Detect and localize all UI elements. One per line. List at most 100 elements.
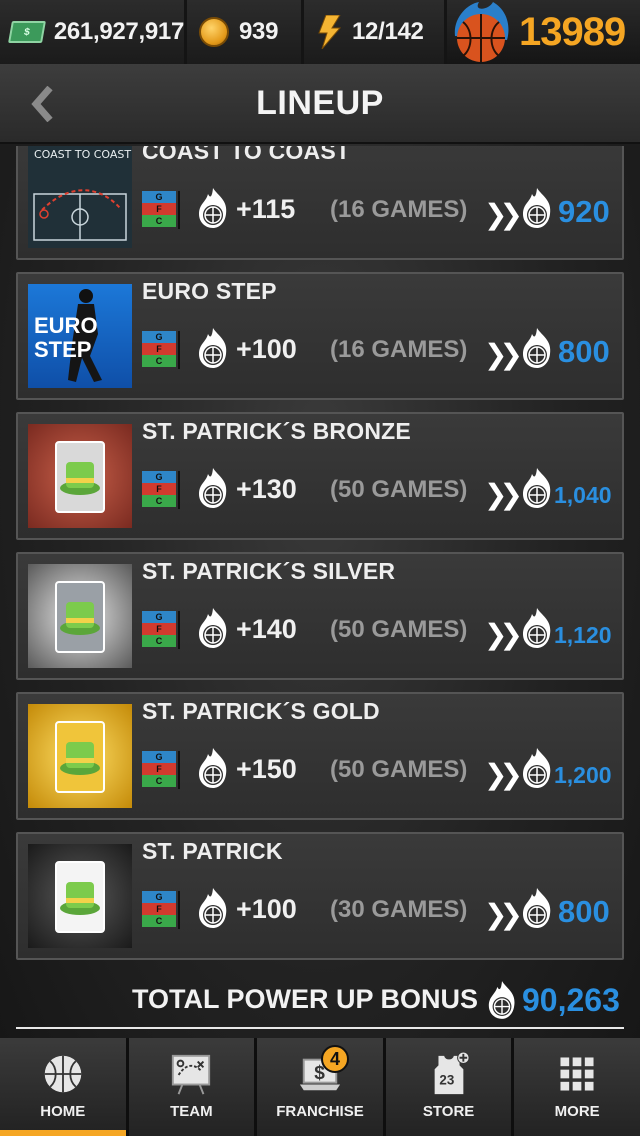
power-flame-icon [199,888,227,928]
games-count: (50 GAMES) [330,476,468,503]
divider [16,1027,624,1029]
position-badge: GFC [142,891,180,929]
power-up-card[interactable]: ST. PATRICK´S BRONZE GFC +130 (50 GAMES)… [16,412,624,540]
nav-label: FRANCHISE [276,1103,364,1120]
grid-icon [554,1051,600,1097]
games-count: (50 GAMES) [330,616,468,643]
app-root: $ 261,927,917 939 12/142 13989 LINEUP CO… [0,0,640,1136]
double-chevron-right-icon: ❯❯ [484,619,523,650]
total-boost-value: 800 [558,334,610,369]
power-up-thumbnail: EURO STEP [28,284,132,388]
double-chevron-right-icon: ❯❯ [484,759,523,790]
power-up-card[interactable]: ST. PATRICK GFC +100 (30 GAMES) ❯❯ 800 [16,832,624,960]
power-flame-icon [523,608,551,648]
team-rating-display[interactable]: 13989 [447,0,640,64]
total-boost-value: 1,120 [554,622,612,648]
jersey-icon: 23 [426,1051,472,1097]
flaming-basketball-icon [449,0,513,64]
energy-display[interactable]: 12/142 [304,0,444,64]
power-flame-icon [199,748,227,788]
position-badge: GFC [142,191,180,229]
playbook-icon [168,1051,214,1097]
games-count: (30 GAMES) [330,896,468,923]
nav-team[interactable]: TEAM [128,1038,255,1136]
power-up-card[interactable]: EURO STEP EURO STEP GFC +100 (16 GAMES) … [16,272,624,400]
currency-bar: $ 261,927,917 939 12/142 13989 [0,0,640,64]
nav-label: MORE [554,1103,600,1120]
bottom-nav: HOME TEAM $ 4 FRANCHISE 23 STORE MORE [0,1038,640,1136]
nav-more[interactable]: MORE [514,1038,640,1136]
basketball-icon [40,1051,86,1097]
power-up-thumbnail: COAST TO COAST [28,146,132,248]
back-button[interactable] [22,82,62,126]
coin-icon [199,17,229,47]
thumbnail-caption: EURO STEP [34,313,98,362]
position-badge: GFC [142,751,180,789]
total-bonus-row: TOTAL POWER UP BONUS 90,263 [0,980,640,1028]
power-flame-icon [523,748,551,788]
games-count: (50 GAMES) [330,756,468,783]
games-count: (16 GAMES) [330,196,468,223]
total-bonus-label: TOTAL POWER UP BONUS [131,984,478,1014]
nav-label: TEAM [170,1103,213,1120]
power-up-name: ST. PATRICK´S BRONZE [142,418,411,444]
power-flame-icon [199,468,227,508]
per-game-boost: +100 [236,334,297,364]
power-flame-icon [523,468,551,508]
cash-value: 261,927,917 [53,18,184,45]
total-boost-value: 800 [558,894,610,929]
power-up-thumbnail [28,564,132,668]
total-boost-value: 920 [558,194,610,229]
power-up-card[interactable]: ST. PATRICK´S GOLD GFC +150 (50 GAMES) ❯… [16,692,624,820]
power-up-thumbnail [28,704,132,808]
power-flame-icon [523,888,551,928]
position-badge: GFC [142,471,180,509]
power-up-name: EURO STEP [142,278,277,304]
power-flame-icon [199,328,227,368]
laptop-dollar-icon: $ 4 [297,1045,349,1097]
nav-store[interactable]: 23 STORE [385,1038,512,1136]
nav-label: STORE [422,1103,475,1120]
nav-home[interactable]: HOME [0,1038,126,1136]
double-chevron-right-icon: ❯❯ [484,199,523,230]
power-up-name: ST. PATRICK [142,838,283,864]
coins-value: 939 [239,18,279,45]
coins-display[interactable]: 939 [187,0,301,64]
power-up-name: ST. PATRICK´S GOLD [142,698,380,724]
power-up-name: ST. PATRICK´S SILVER [142,558,396,584]
power-up-card[interactable]: ST. PATRICK´S SILVER GFC +140 (50 GAMES)… [16,552,624,680]
power-up-thumbnail [28,844,132,948]
per-game-boost: +150 [236,754,297,784]
total-bonus-value: 90,263 [522,982,620,1018]
power-up-card[interactable]: COAST TO COAST COAST TO COAST GFC +115 (… [16,146,624,260]
power-up-list[interactable]: COAST TO COAST COAST TO COAST GFC +115 (… [0,146,640,976]
page-title: LINEUP [256,83,384,122]
power-flame-icon [488,981,515,1019]
power-flame-icon [199,188,227,228]
double-chevron-right-icon: ❯❯ [484,339,523,370]
energy-value: 12/142 [352,18,424,45]
power-up-name: COAST TO COAST [142,146,351,164]
page-header: LINEUP [0,64,640,144]
per-game-boost: +100 [236,894,297,924]
svg-text:23: 23 [439,1073,454,1088]
cash-display[interactable]: $ 261,927,917 [0,0,184,64]
energy-bolt-icon [316,14,342,50]
chevron-left-icon [31,86,53,122]
position-badge: GFC [142,611,180,649]
thumbnail-caption: COAST TO COAST [34,148,132,161]
nav-franchise[interactable]: $ 4 FRANCHISE [257,1038,383,1136]
total-boost-value: 1,040 [554,482,612,508]
power-flame-icon [199,608,227,648]
position-badge: GFC [142,331,180,369]
double-chevron-right-icon: ❯❯ [484,479,523,510]
franchise-notification-badge: 4 [320,1045,349,1073]
team-rating-value: 13989 [519,9,626,54]
per-game-boost: +140 [236,614,297,644]
cash-icon: $ [8,21,46,43]
games-count: (16 GAMES) [330,336,468,363]
per-game-boost: +115 [236,194,296,224]
power-up-thumbnail [28,424,132,528]
double-chevron-right-icon: ❯❯ [484,899,523,930]
total-boost-value: 1,200 [554,762,612,788]
